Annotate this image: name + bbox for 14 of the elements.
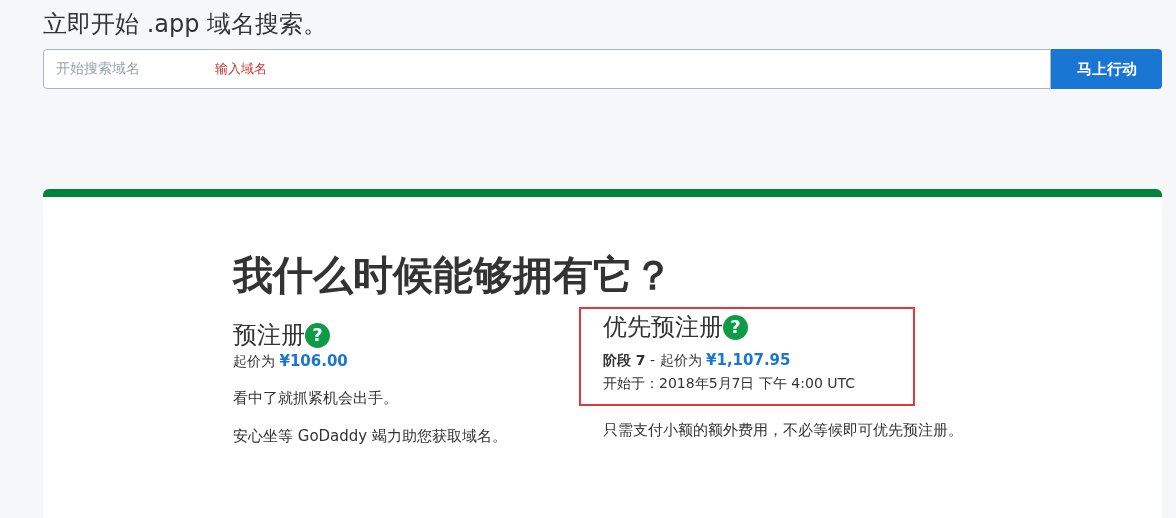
help-icon[interactable]: ? xyxy=(305,322,330,348)
price-line: 阶段 7 - 起价为 ¥1,107.95 xyxy=(603,349,792,371)
search-title: 立即开始 .app 域名搜索。 xyxy=(43,10,329,39)
search-button[interactable]: 马上行动 xyxy=(1051,48,1162,89)
plan-title: 优先预注册 xyxy=(603,312,723,342)
card-heading: 我什么时候能够拥有它？ xyxy=(233,250,674,300)
description: 看中了就抓紧机会出手。 xyxy=(233,388,399,410)
description: 安心坐等 GoDaddy 竭力助您获取域名。 xyxy=(233,426,508,448)
help-icon[interactable]: ? xyxy=(723,314,748,340)
plan-title: 预注册 xyxy=(233,320,305,350)
price-line: 起价为 ¥106.00 xyxy=(233,350,349,372)
start-date: 开始于：2018年5月7日 下午 4:00 UTC xyxy=(603,374,856,394)
annotation-text: 输入域名 xyxy=(215,60,267,79)
description: 只需支付小额的额外费用，不必等候即可优先预注册。 xyxy=(603,420,963,442)
